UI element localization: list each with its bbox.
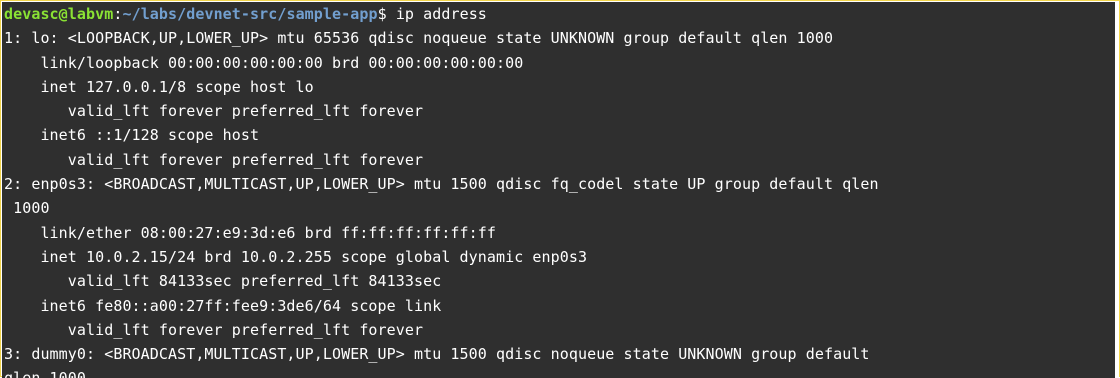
window-edge-strip bbox=[1115, 1, 1119, 378]
output-line: link/ether 08:00:27:e9:3d:e6 brd ff:ff:f… bbox=[4, 223, 496, 242]
terminal-window[interactable]: devasc@labvm:~/labs/devnet-src/sample-ap… bbox=[2, 2, 1116, 378]
prompt-path: ~/labs/devnet-src/sample-app bbox=[122, 5, 378, 23]
output-line: valid_lft 84133sec preferred_lft 84133se… bbox=[4, 272, 442, 291]
prompt-line: devasc@labvm:~/labs/devnet-src/sample-ap… bbox=[4, 2, 879, 26]
output-line: valid_lft forever preferred_lft forever bbox=[4, 150, 424, 169]
output-line: 2: enp0s3: <BROADCAST,MULTICAST,UP,LOWER… bbox=[4, 175, 879, 194]
output-line: inet6 fe80::a00:27ff:fee9:3de6/64 scope … bbox=[4, 296, 442, 315]
output-line: inet 127.0.0.1/8 scope host lo bbox=[4, 77, 314, 96]
screenshot-frame: devasc@labvm:~/labs/devnet-src/sample-ap… bbox=[0, 0, 1120, 378]
prompt-user-host: devasc@labvm bbox=[4, 5, 114, 23]
prompt-symbol: $ bbox=[377, 5, 396, 23]
command-text: ip address bbox=[395, 5, 487, 23]
output-line: 3: dummy0: <BROADCAST,MULTICAST,UP,LOWER… bbox=[4, 345, 870, 364]
output-line: 1: lo: <LOOPBACK,UP,LOWER_UP> mtu 65536 … bbox=[4, 29, 834, 48]
terminal-output: devasc@labvm:~/labs/devnet-src/sample-ap… bbox=[4, 2, 879, 378]
output-line: 1000 bbox=[4, 199, 50, 218]
output-line: valid_lft forever preferred_lft forever bbox=[4, 320, 424, 339]
output-line: inet 10.0.2.15/24 brd 10.0.2.255 scope g… bbox=[4, 247, 588, 266]
output-line: inet6 ::1/128 scope host bbox=[4, 126, 260, 145]
output-line: valid_lft forever preferred_lft forever bbox=[4, 102, 424, 121]
output-line: link/loopback 00:00:00:00:00:00 brd 00:0… bbox=[4, 53, 524, 72]
output-line: qlen 1000 bbox=[4, 366, 879, 378]
